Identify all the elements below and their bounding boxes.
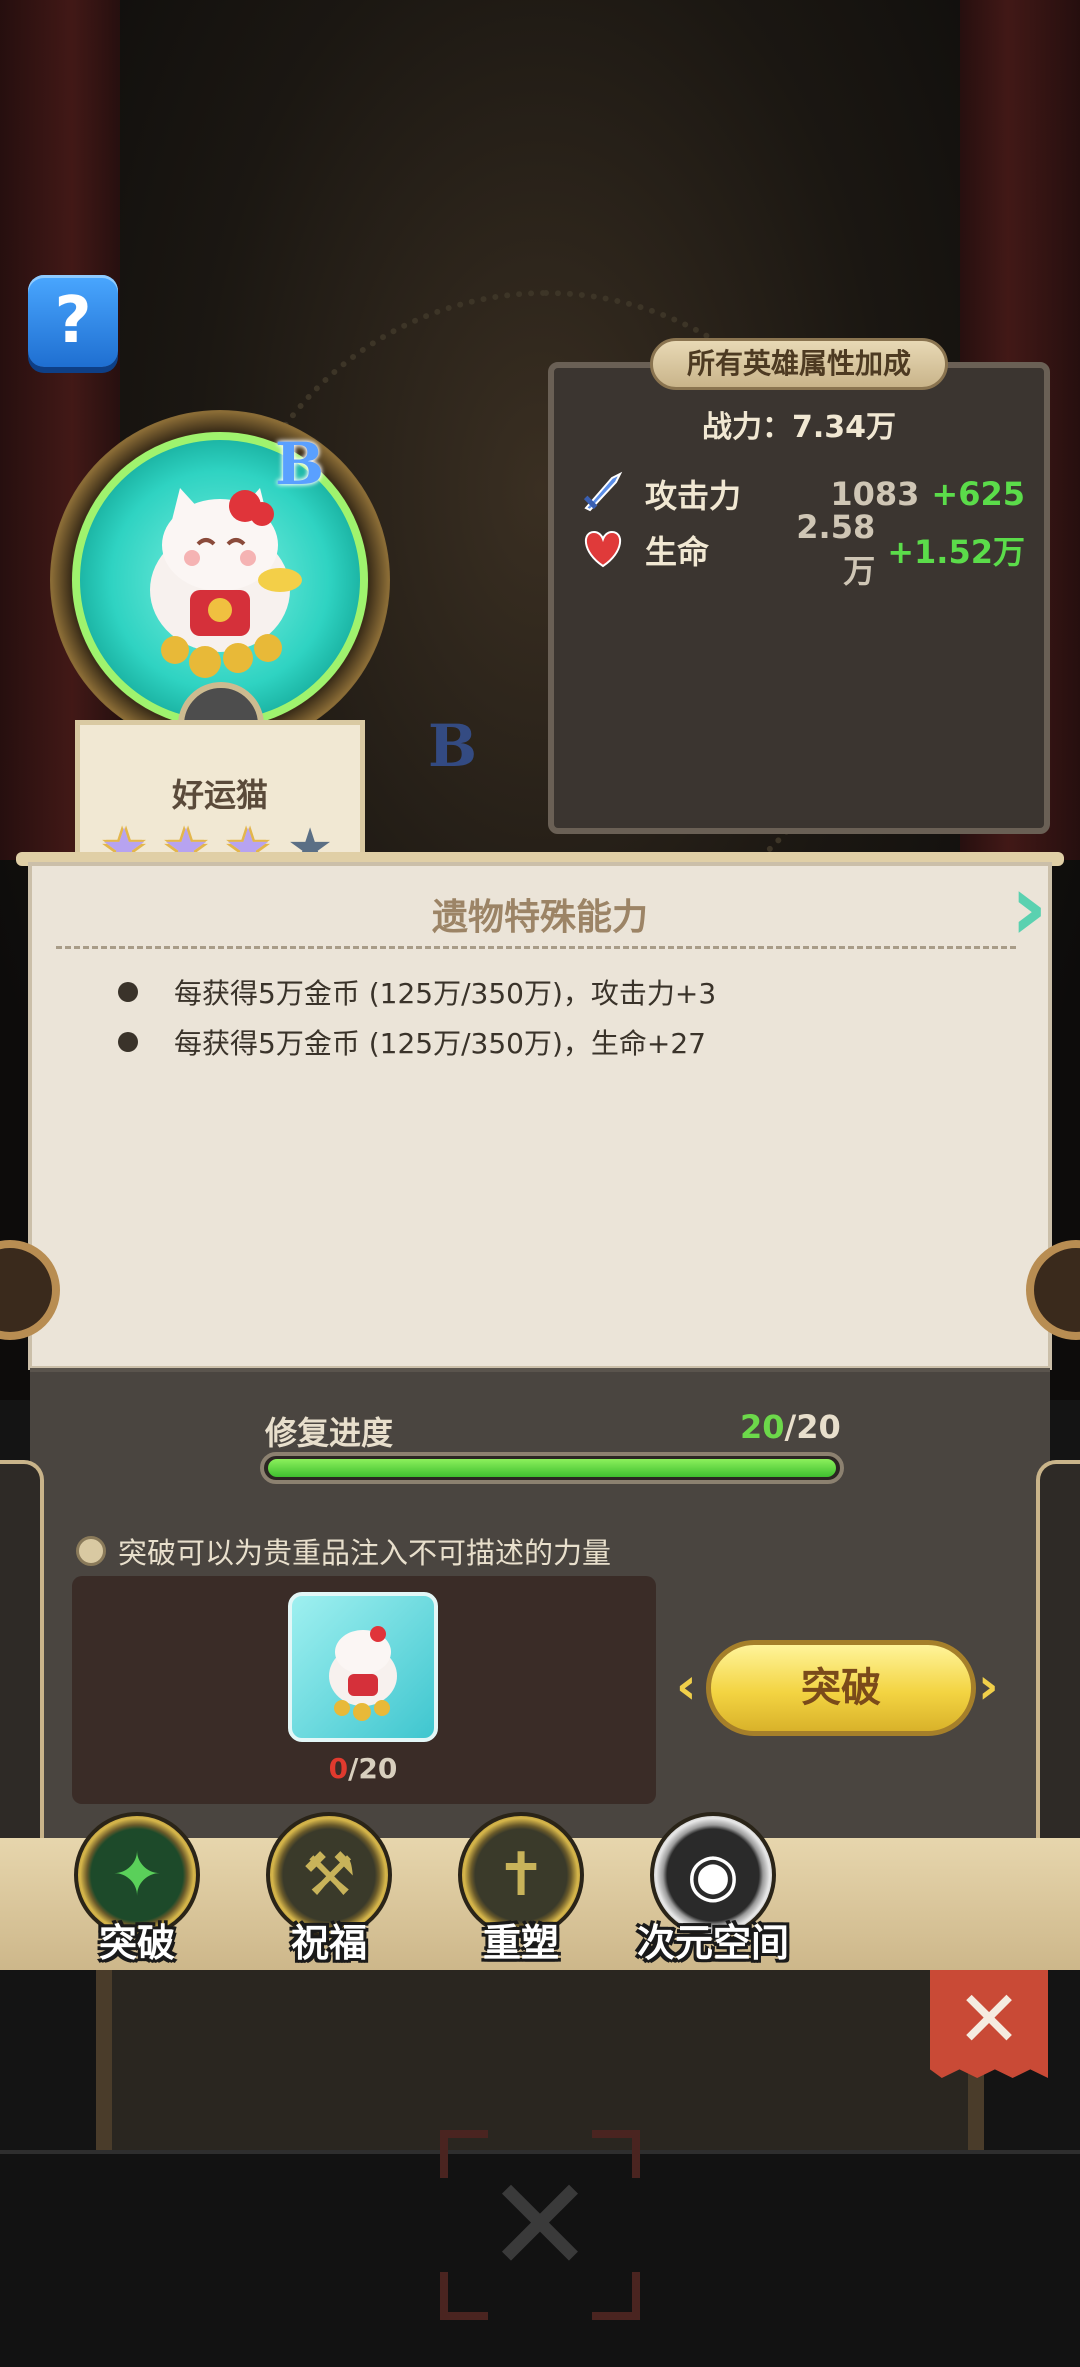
repair-progress-fill bbox=[268, 1459, 836, 1477]
attribute-panel-title: 所有英雄属性加成 bbox=[650, 338, 948, 390]
ability-text: 每获得5万金币 (125万/350万)，攻击力+3 bbox=[174, 977, 717, 1010]
bullet-icon bbox=[118, 1032, 138, 1052]
close-icon: ✕ bbox=[956, 1975, 1022, 2065]
repair-progress-label: 修复进度 bbox=[265, 1414, 394, 1452]
chevron-left-icon: ‹ bbox=[676, 1657, 697, 1715]
material-count: 0/20 bbox=[328, 1752, 398, 1785]
stat-value: 2.58万 bbox=[796, 508, 876, 590]
stat-bonus: +1.52万 bbox=[887, 533, 1025, 571]
hero-grade-badge: B bbox=[275, 430, 325, 498]
hero-name: 好运猫 bbox=[171, 776, 268, 814]
tab-blessing[interactable]: ⚒ 祝福 bbox=[254, 1812, 404, 1992]
combat-power: 战力：7.34万 bbox=[701, 410, 897, 445]
dismiss-area[interactable]: ✕ bbox=[440, 2130, 640, 2320]
repair-progress-count: 20/20 bbox=[740, 1408, 841, 1446]
stat-name: 攻击力 bbox=[645, 477, 742, 515]
tab-label: 重塑 bbox=[482, 1921, 559, 1965]
breakthrough-hint: 突破可以为贵重品注入不可描述的力量 bbox=[118, 1536, 612, 1570]
ability-item: 每获得5万金币 (125万/350万)，生命+27 bbox=[118, 1022, 1018, 1062]
bottom-stage bbox=[96, 1970, 984, 2150]
sword-icon bbox=[575, 466, 631, 522]
ability-item: 每获得5万金币 (125万/350万)，攻击力+3 bbox=[118, 972, 1018, 1012]
stat-row-health: 生命 2.58万 +1.52万 bbox=[575, 508, 1025, 590]
divider bbox=[56, 946, 1016, 949]
relic-ability-title: 遗物特殊能力 bbox=[431, 897, 648, 938]
right-side-frame bbox=[1036, 1460, 1080, 1860]
lucky-cat-material-icon bbox=[329, 1626, 397, 1721]
stat-name: 生命 bbox=[645, 533, 710, 571]
material-item[interactable] bbox=[288, 1592, 438, 1742]
background-grade-badge: B bbox=[428, 712, 478, 780]
tab-label: 祝福 bbox=[290, 1921, 367, 1965]
left-side-frame bbox=[0, 1460, 44, 1860]
breakthrough-button[interactable]: 突破 bbox=[706, 1640, 976, 1736]
tab-label: 次元空间 bbox=[636, 1921, 789, 1965]
stat-bonus: +625 bbox=[931, 475, 1025, 513]
close-button[interactable]: ✕ bbox=[930, 1970, 1048, 2078]
help-button[interactable]: ? bbox=[28, 275, 118, 367]
tab-breakthrough[interactable]: ✦ 突破 bbox=[62, 1812, 212, 1992]
hint-bullet-icon bbox=[76, 1536, 106, 1566]
heart-icon bbox=[575, 522, 631, 578]
tab-reshape[interactable]: ✝ 重塑 bbox=[446, 1812, 596, 1992]
bullet-icon bbox=[118, 982, 138, 1002]
dismiss-x-icon: ✕ bbox=[485, 2149, 595, 2301]
next-page-arrow-icon[interactable]: › bbox=[1010, 858, 1062, 962]
tab-dimension-space[interactable]: ◉ 次元空间 bbox=[637, 1812, 789, 1992]
ability-text: 每获得5万金币 (125万/350万)，生命+27 bbox=[174, 1027, 706, 1060]
tab-label: 突破 bbox=[98, 1921, 175, 1965]
chevron-right-icon: › bbox=[978, 1657, 999, 1715]
